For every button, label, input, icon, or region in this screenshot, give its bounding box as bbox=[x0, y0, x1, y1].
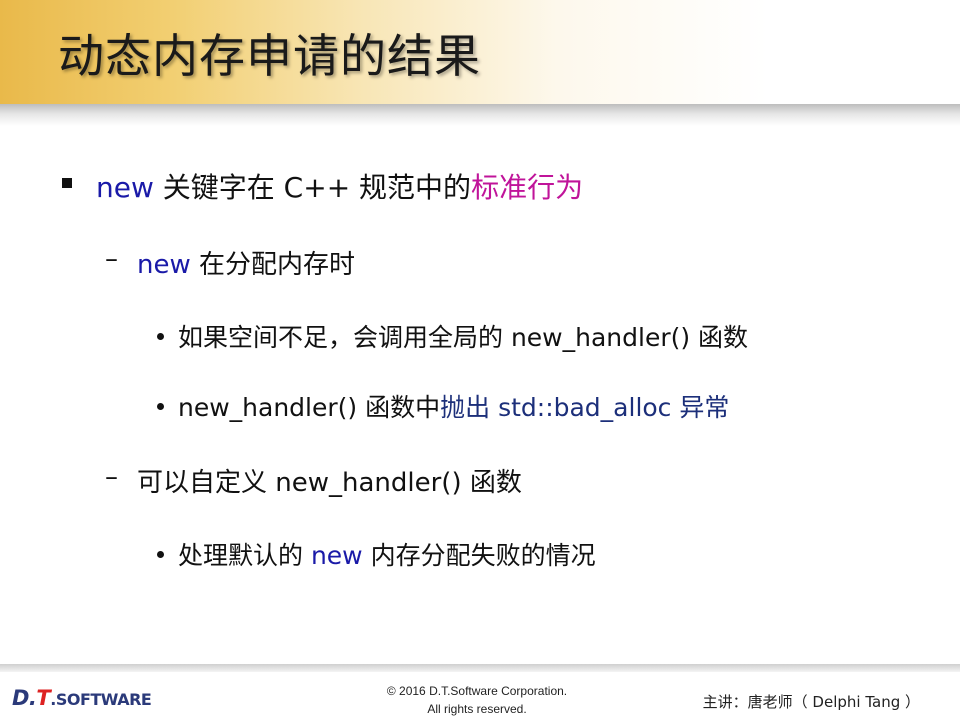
dot-marker bbox=[157, 551, 164, 558]
dash-marker: – bbox=[105, 462, 118, 492]
title-shadow bbox=[0, 104, 960, 126]
sub2-item-1-rest: 内存分配失败的情况 bbox=[362, 541, 596, 570]
sub1-item-2-highlight: 抛出 std::bad_alloc 异常 bbox=[440, 393, 730, 422]
footer-divider bbox=[0, 664, 960, 672]
bullet-1-text: 关键字在 C++ 规范中的 bbox=[153, 171, 472, 204]
bullet-1: new 关键字在 C++ 规范中的标准行为 bbox=[96, 166, 583, 206]
copyright-line-1: © 2016 D.T.Software Corporation. bbox=[386, 684, 568, 698]
copyright-line-2: All rights reserved. bbox=[427, 702, 527, 716]
sub1-item-2-text: new_handler() 函数中 bbox=[178, 393, 441, 422]
keyword-new: new bbox=[96, 171, 154, 204]
sub2-item-1: 处理默认的 new 内存分配失败的情况 bbox=[178, 536, 596, 572]
dot-marker bbox=[157, 403, 164, 410]
dot-marker bbox=[157, 333, 164, 340]
dash-marker: – bbox=[105, 244, 118, 274]
logo-d: D. bbox=[12, 686, 37, 710]
sub-bullet-2: 可以自定义 new_handler() 函数 bbox=[137, 468, 522, 498]
sub-bullet-1: new 在分配内存时 bbox=[137, 244, 355, 281]
sub2-item-1-text: 处理默认的 bbox=[178, 541, 311, 570]
sub1-item-2: new_handler() 函数中抛出 std::bad_alloc 异常 bbox=[178, 388, 729, 424]
bullet-1-highlight: 标准行为 bbox=[471, 171, 584, 204]
dt-software-logo: D.T.SOFTWARE bbox=[12, 686, 152, 710]
logo-software: .SOFTWARE bbox=[50, 690, 152, 709]
bullet-square bbox=[62, 178, 72, 188]
keyword-new: new bbox=[137, 250, 191, 280]
keyword-new: new bbox=[310, 541, 363, 570]
sub-bullet-1-text: 在分配内存时 bbox=[190, 250, 356, 280]
copyright: © 2016 D.T.Software Corporation. All rig… bbox=[372, 682, 582, 718]
slide-title: 动态内存申请的结果 bbox=[58, 29, 481, 83]
sub1-item-1: 如果空间不足，会调用全局的 new_handler() 函数 bbox=[178, 323, 749, 352]
logo-t: T bbox=[36, 686, 51, 710]
author-credit: 主讲：唐老师（ Delphi Tang ） bbox=[702, 693, 920, 711]
